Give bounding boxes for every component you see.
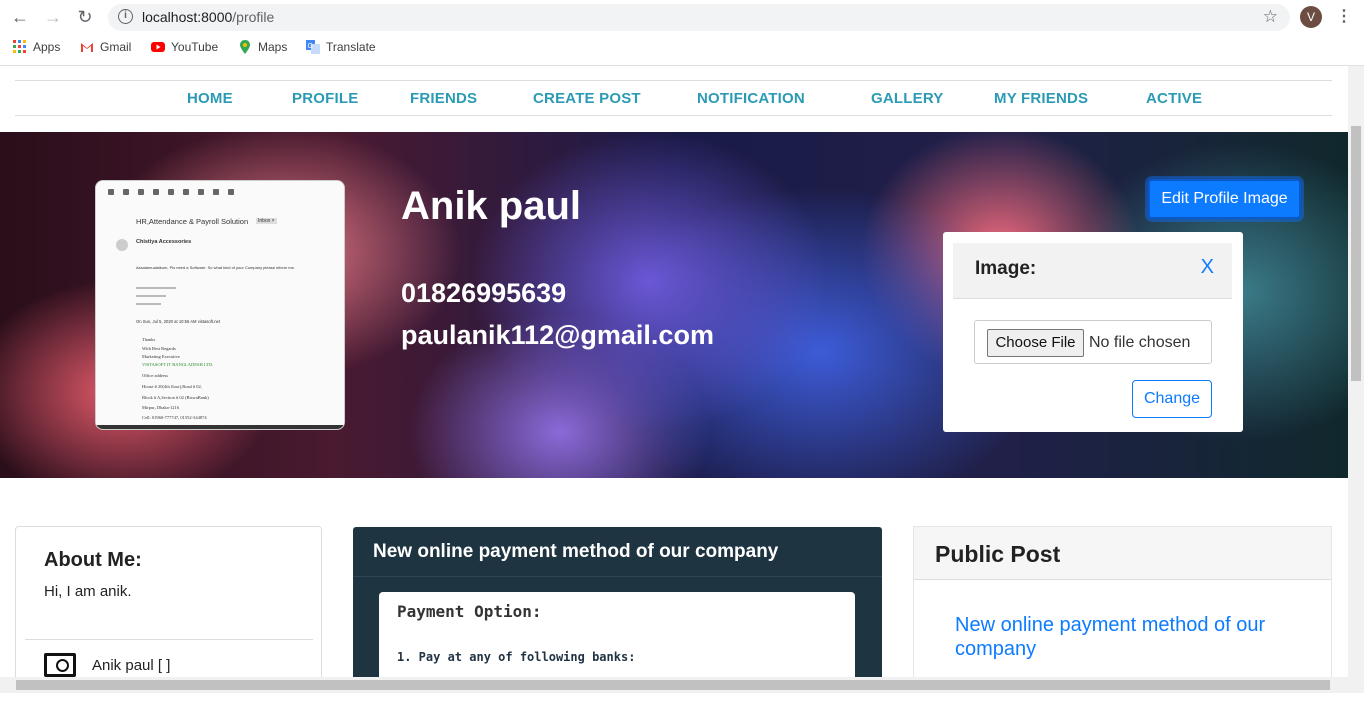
bookmark-translate[interactable]: G Translate (306, 40, 376, 54)
horizontal-scroll-thumb[interactable] (16, 680, 1330, 690)
nav-notification[interactable]: NOTIFICATION (697, 90, 805, 107)
bookmark-label: Apps (33, 40, 61, 54)
doc-line-rule (136, 303, 161, 305)
bookmark-apps[interactable]: Apps (13, 40, 60, 54)
doc-toolbar (108, 189, 288, 199)
doc-line: Assalamualaikum, Pls need a Software. So… (136, 265, 295, 270)
address-bar-row: ← → ↻ i localhost:8000/profile ☆ V ⋮ (0, 0, 1364, 34)
nav-friends[interactable]: FRIENDS (410, 90, 477, 107)
file-input[interactable]: Choose File No file chosen (974, 320, 1212, 364)
url-path: /profile (232, 9, 275, 25)
id-card-icon (44, 653, 76, 677)
browser-chrome: ← → ↻ i localhost:8000/profile ☆ V ⋮ App… (0, 0, 1364, 66)
about-me-card: About Me: Hi, I am anik. Anik paul [ ] (15, 526, 322, 693)
post-card: New online payment method of our company… (353, 527, 882, 702)
bookmark-label: Maps (258, 40, 288, 54)
bookmark-label: YouTube (171, 40, 219, 54)
choose-file-button[interactable]: Choose File (987, 329, 1084, 357)
profile-email: paulanik112@gmail.com (401, 320, 714, 350)
apps-grid-icon (13, 40, 26, 53)
nav-gallery[interactable]: GALLERY (871, 90, 944, 107)
bookmark-label: Gmail (100, 40, 132, 54)
doc-line: VISTASOFT IT BANGLADESH LTD. (142, 362, 214, 367)
svg-text:G: G (308, 43, 313, 50)
address-bar[interactable]: i localhost:8000/profile ☆ (108, 4, 1290, 31)
doc-line: On Sun, Jul 5, 2020 at 10:56 AM vistasof… (136, 319, 221, 324)
popup-header: Image: X (953, 243, 1232, 299)
horizontal-scrollbar[interactable] (0, 677, 1348, 693)
about-bio: Hi, I am anik. (44, 583, 132, 600)
profile-cover: HR,Attendance & Payroll Solution Inbox ×… (0, 132, 1348, 478)
nav-create-post[interactable]: CREATE POST (533, 90, 641, 107)
public-post-card: Public Post New online payment method of… (913, 526, 1332, 693)
post-image-subheading: 1. Pay at any of following banks: (397, 650, 636, 664)
doc-line: With Best Regards (142, 346, 176, 351)
url-text[interactable]: localhost:8000/profile (142, 9, 274, 25)
doc-line: Mirpur, Dhaka-1216 (142, 405, 180, 410)
doc-tag: Inbox × (256, 218, 277, 224)
doc-line-rule (136, 295, 166, 297)
image-upload-popup: Image: X Choose File No file chosen Chan… (943, 232, 1243, 432)
bookmark-youtube[interactable]: YouTube (151, 40, 218, 54)
nav-my-friends[interactable]: MY FRIENDS (994, 90, 1088, 107)
gmail-icon (81, 43, 93, 52)
nav-active[interactable]: ACTIVE (1146, 90, 1202, 107)
doc-subject: HR,Attendance & Payroll Solution (136, 217, 249, 226)
profile-image: HR,Attendance & Payroll Solution Inbox ×… (95, 180, 345, 430)
post-header: New online payment method of our company (353, 527, 882, 577)
back-arrow-icon[interactable]: ← (9, 7, 31, 27)
bookmark-gmail[interactable]: Gmail (80, 40, 131, 54)
main-nav: HOME PROFILE FRIENDS CREATE POST NOTIFIC… (15, 80, 1332, 116)
forward-arrow-icon[interactable]: → (42, 7, 64, 27)
bookmark-maps[interactable]: Maps (238, 40, 287, 54)
youtube-icon (151, 42, 165, 52)
doc-line: Block # A,Section # 02 (BiswaBank) (142, 395, 209, 400)
about-user-name: Anik paul [ ] (92, 657, 171, 674)
change-button[interactable]: Change (1132, 380, 1212, 418)
doc-sender: Chistiya Accessories (136, 239, 192, 245)
close-button[interactable]: X (1201, 256, 1214, 279)
reload-icon[interactable]: ↻ (74, 7, 96, 27)
profile-avatar[interactable]: V (1300, 6, 1322, 28)
vertical-scroll-thumb[interactable] (1351, 126, 1361, 381)
doc-line: Thanks (142, 337, 156, 342)
post-image-heading: Payment Option: (397, 602, 542, 621)
file-status: No file chosen (1089, 334, 1191, 351)
translate-icon: G (306, 40, 320, 54)
public-post-header: Public Post (914, 527, 1331, 580)
doc-line: Marketing Executive (142, 354, 180, 359)
edit-profile-image-button[interactable]: Edit Profile Image (1148, 179, 1301, 219)
site-info-icon[interactable]: i (118, 9, 133, 24)
url-host: localhost:8000 (142, 9, 233, 25)
popup-title: Image: (975, 258, 1037, 279)
doc-sender-avatar (116, 239, 128, 251)
bookmark-star-icon[interactable]: ☆ (1263, 7, 1278, 27)
bookmark-label: Translate (326, 40, 376, 54)
public-post-link[interactable]: New online payment method of our company (955, 613, 1305, 661)
doc-bottom-bar (96, 425, 344, 429)
profile-image-content: HR,Attendance & Payroll Solution Inbox ×… (96, 181, 344, 429)
browser-menu-icon[interactable]: ⋮ (1336, 6, 1352, 26)
profile-phone: 01826995639 (401, 278, 567, 308)
doc-line: Cell: 01960-777747, 01552-344874 (142, 415, 207, 420)
nav-profile[interactable]: PROFILE (292, 90, 358, 107)
doc-line: House # 20(4th floor),Road # 02, (142, 384, 202, 389)
about-title: About Me: (44, 549, 142, 571)
profile-name: Anik paul (401, 184, 582, 228)
doc-line-rule (136, 287, 176, 289)
divider (25, 639, 313, 640)
nav-home[interactable]: HOME (187, 90, 233, 107)
bookmarks-bar: Apps Gmail YouTube Maps G Translate (0, 38, 1364, 60)
doc-line: Office address (142, 373, 169, 378)
maps-pin-icon (240, 40, 250, 54)
vertical-scrollbar[interactable] (1348, 66, 1364, 693)
post-title[interactable]: New online payment method of our company (373, 541, 778, 563)
public-post-title: Public Post (935, 541, 1061, 567)
